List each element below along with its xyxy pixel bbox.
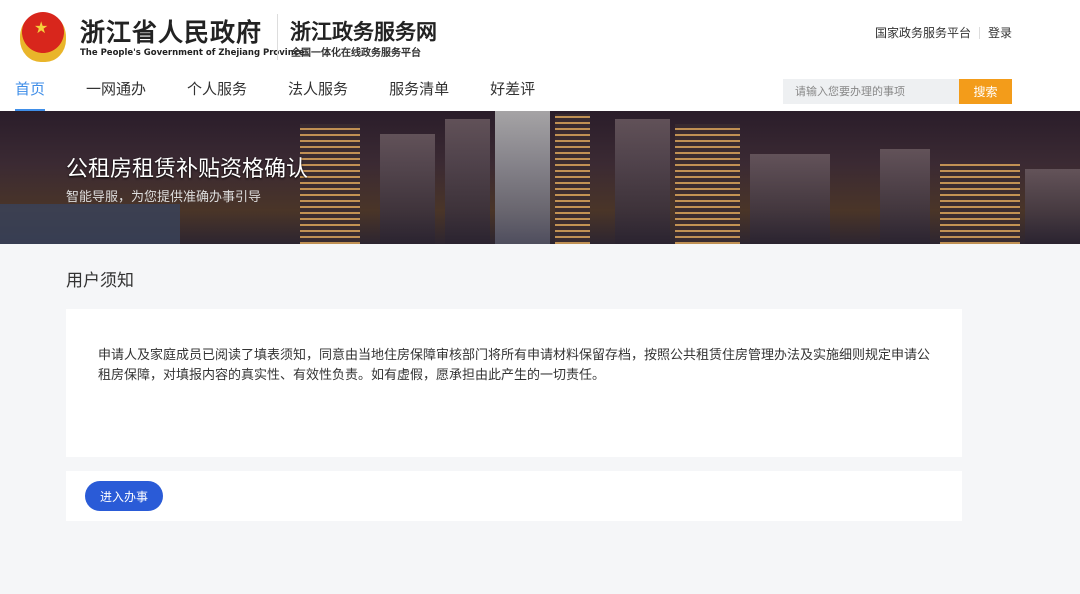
banner-building bbox=[940, 164, 1020, 244]
national-emblem-icon: ★ bbox=[20, 12, 66, 62]
search-bar: 搜索 bbox=[783, 79, 1012, 104]
nav-corporate-services[interactable]: 法人服务 bbox=[288, 78, 348, 111]
site-title[interactable]: 浙江政务服务网 bbox=[290, 16, 437, 46]
divider bbox=[978, 26, 980, 39]
notice-card: 申请人及家庭成员已阅读了填表须知，同意由当地住房保障审核部门将所有申请材料保留存… bbox=[66, 309, 962, 457]
banner-river bbox=[0, 204, 180, 244]
nav-personal-services[interactable]: 个人服务 bbox=[187, 78, 247, 111]
banner-title: 公租房租赁补贴资格确认 bbox=[66, 157, 309, 182]
banner-building bbox=[750, 154, 830, 244]
notice-title: 用户须知 bbox=[66, 271, 134, 291]
banner-building bbox=[445, 119, 490, 244]
banner-building bbox=[880, 149, 930, 244]
nav-home[interactable]: 首页 bbox=[15, 78, 46, 111]
notice-text: 申请人及家庭成员已阅读了填表须知，同意由当地住房保障审核部门将所有申请材料保留存… bbox=[98, 348, 931, 383]
banner-building bbox=[555, 114, 590, 244]
divider bbox=[277, 14, 278, 60]
banner-building bbox=[675, 124, 740, 244]
login-link[interactable]: 登录 bbox=[988, 24, 1012, 41]
gov-title-en: The People's Government of Zhejiang Prov… bbox=[80, 48, 305, 58]
main-nav: 首页 一网通办 个人服务 法人服务 服务清单 好差评 bbox=[15, 78, 576, 111]
gov-title: 浙江省人民政府 bbox=[80, 18, 263, 47]
search-button[interactable]: 搜索 bbox=[959, 79, 1012, 104]
national-platform-link[interactable]: 国家政务服务平台 bbox=[875, 24, 971, 41]
site-subtitle: 全国一体化在线政务服务平台 bbox=[291, 48, 421, 59]
site-header: ★ 浙江省人民政府 The People's Government of Zhe… bbox=[0, 0, 1080, 111]
nav-evaluation[interactable]: 好差评 bbox=[490, 78, 535, 111]
enter-service-button[interactable]: 进入办事 bbox=[85, 481, 163, 511]
banner-building bbox=[300, 124, 360, 244]
nav-service-list[interactable]: 服务清单 bbox=[389, 78, 449, 111]
search-input[interactable] bbox=[783, 79, 959, 104]
banner-building bbox=[1025, 169, 1080, 244]
banner-subtitle: 智能导服，为您提供准确办事引导 bbox=[66, 190, 262, 205]
top-links: 国家政务服务平台 登录 bbox=[875, 24, 1012, 41]
banner-building bbox=[615, 119, 670, 244]
banner: 公租房租赁补贴资格确认 智能导服，为您提供准确办事引导 bbox=[0, 111, 1080, 244]
nav-one-network[interactable]: 一网通办 bbox=[86, 78, 146, 111]
banner-building bbox=[495, 111, 550, 244]
actions-bar: 进入办事 bbox=[66, 471, 962, 521]
banner-building bbox=[380, 134, 435, 244]
